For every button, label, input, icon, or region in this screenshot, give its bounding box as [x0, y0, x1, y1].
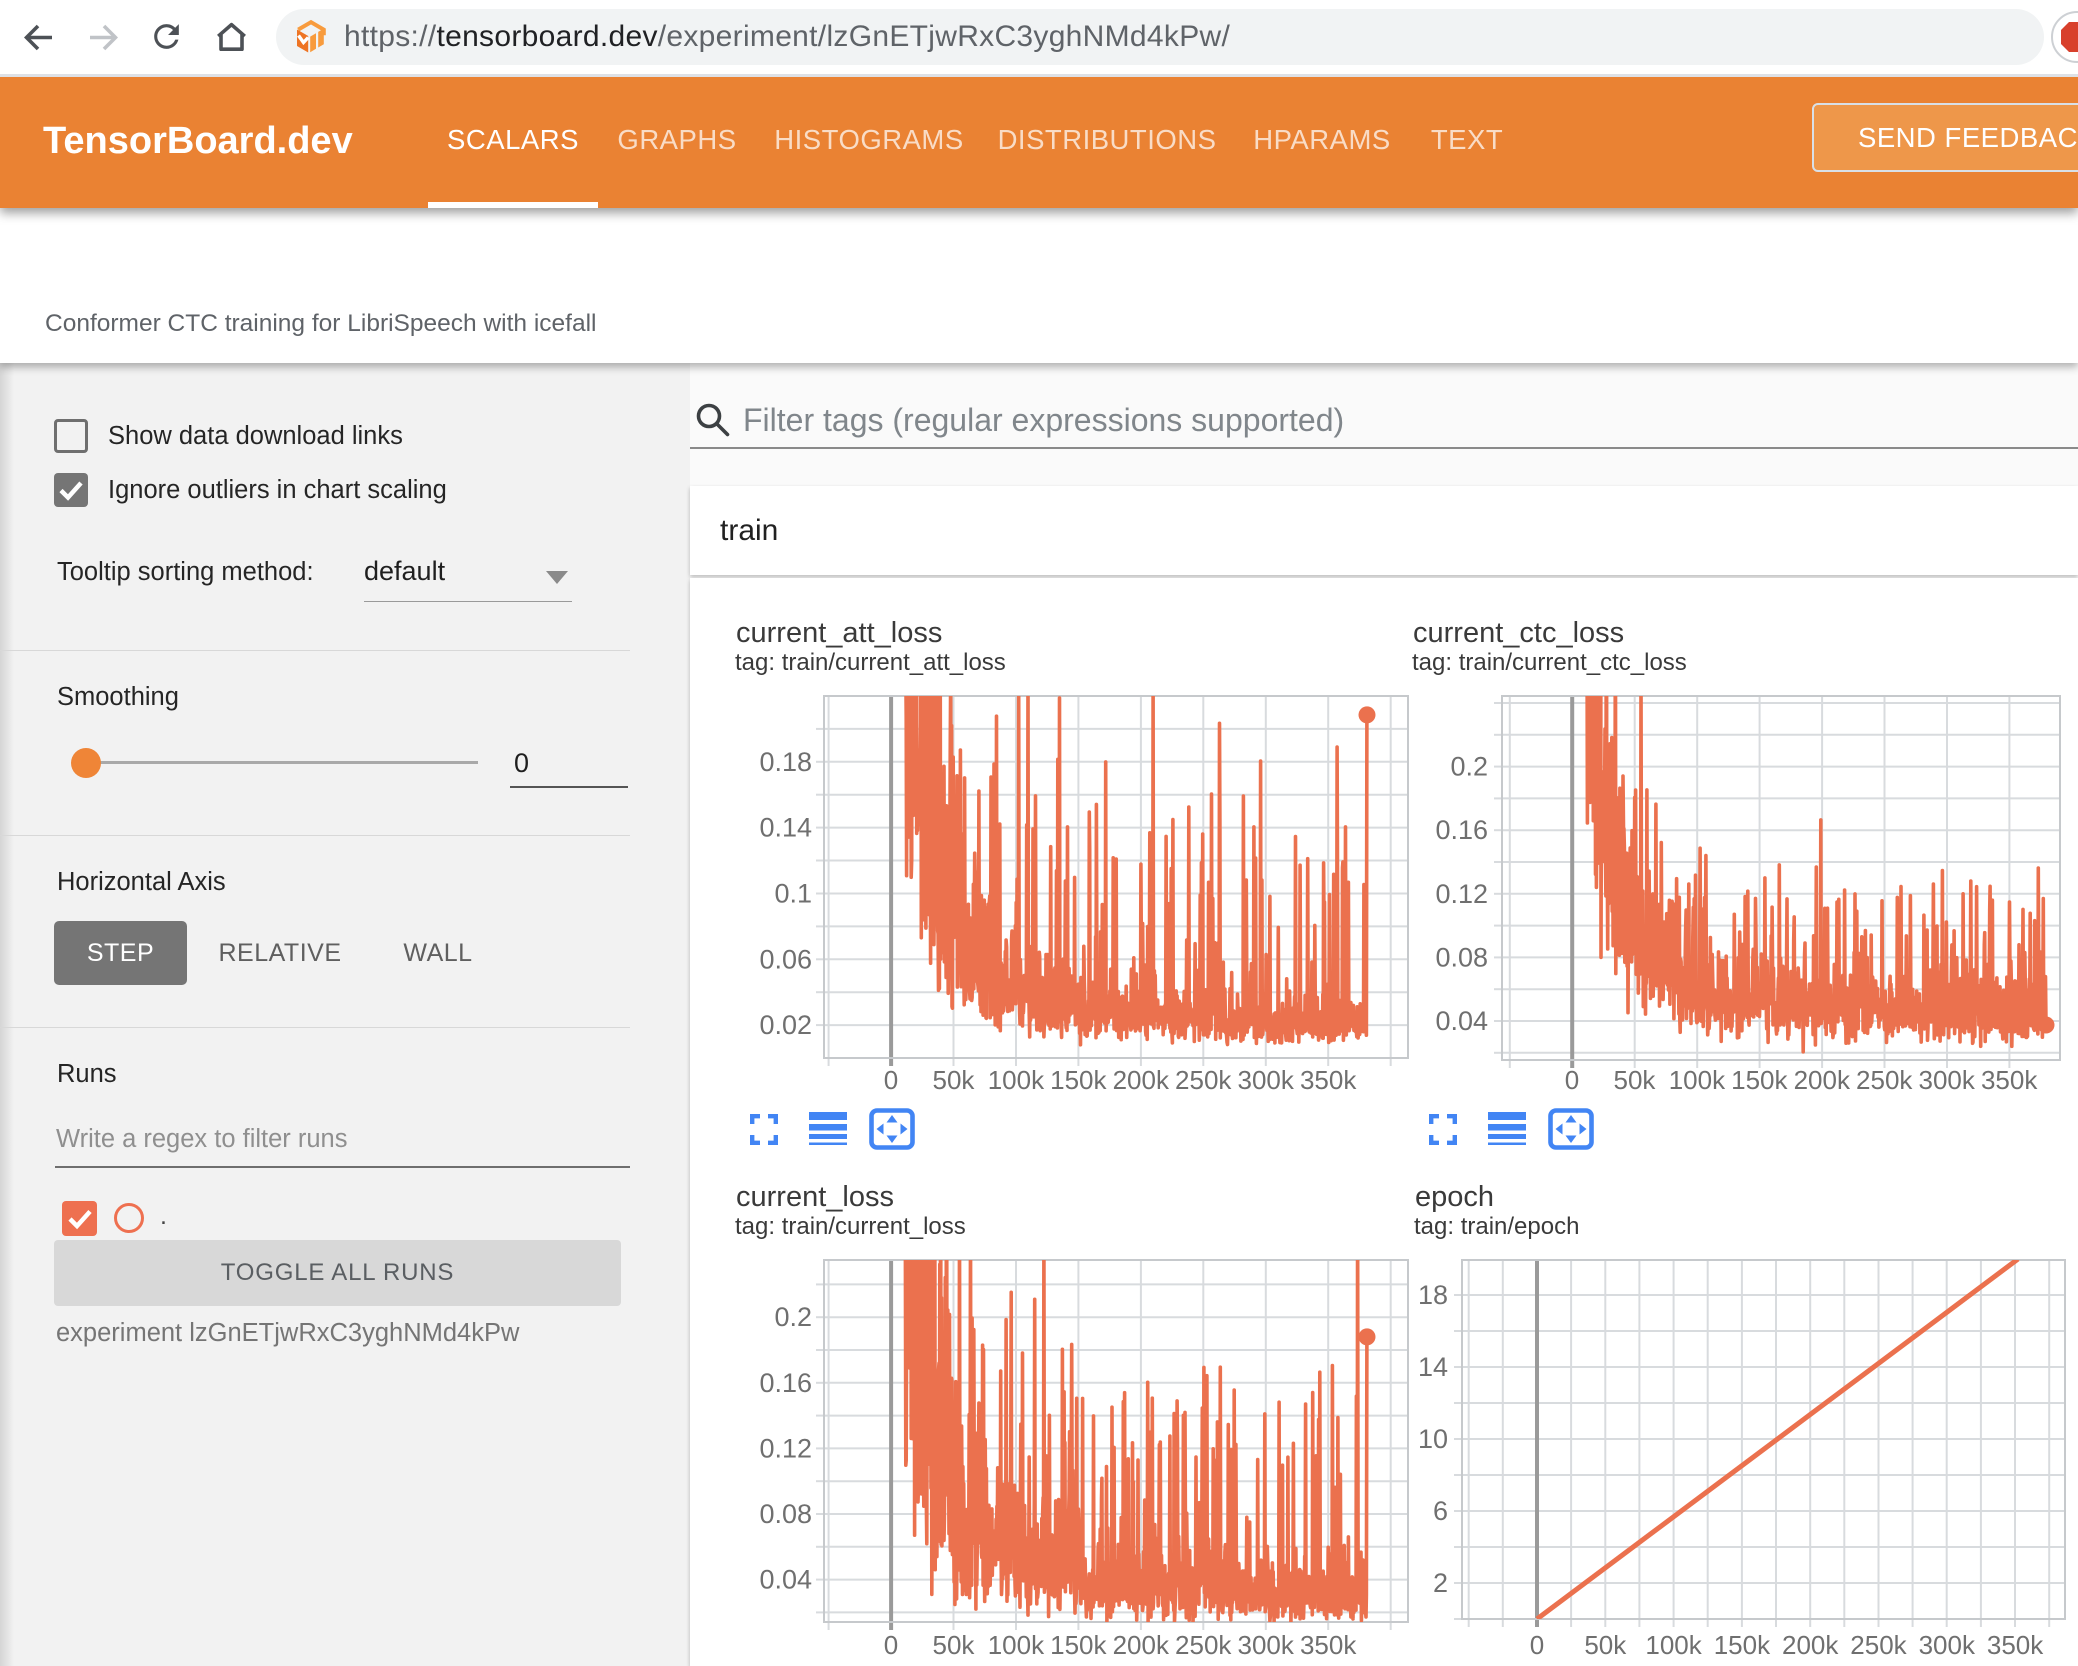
svg-text:100k: 100k [1669, 1065, 1726, 1095]
svg-text:350k: 350k [1300, 1630, 1357, 1660]
svg-text:150k: 150k [1050, 1630, 1107, 1660]
svg-text:150k: 150k [1714, 1630, 1771, 1660]
svg-text:300k: 300k [1238, 1630, 1295, 1660]
svg-text:350k: 350k [1300, 1065, 1357, 1095]
svg-text:300k: 300k [1238, 1065, 1295, 1095]
svg-text:0.04: 0.04 [1435, 1006, 1488, 1036]
svg-text:250k: 250k [1856, 1065, 1913, 1095]
svg-text:0.2: 0.2 [774, 1302, 812, 1332]
svg-text:2: 2 [1433, 1568, 1448, 1598]
svg-text:0.2: 0.2 [1450, 752, 1488, 782]
svg-text:200k: 200k [1113, 1630, 1170, 1660]
svg-text:0.04: 0.04 [759, 1565, 812, 1595]
svg-text:250k: 250k [1175, 1065, 1232, 1095]
svg-text:0: 0 [1530, 1630, 1544, 1660]
svg-text:250k: 250k [1175, 1630, 1232, 1660]
svg-text:300k: 300k [1919, 1630, 1976, 1660]
svg-text:18: 18 [1418, 1280, 1448, 1310]
svg-text:0.18: 0.18 [759, 747, 812, 777]
svg-text:250k: 250k [1850, 1630, 1907, 1660]
svg-text:0.06: 0.06 [759, 944, 812, 974]
svg-text:10: 10 [1418, 1424, 1448, 1454]
svg-text:100k: 100k [1645, 1630, 1702, 1660]
svg-text:100k: 100k [988, 1630, 1045, 1660]
svg-text:14: 14 [1418, 1352, 1448, 1382]
svg-text:300k: 300k [1919, 1065, 1976, 1095]
svg-text:150k: 150k [1050, 1065, 1107, 1095]
svg-text:6: 6 [1433, 1496, 1448, 1526]
svg-text:0.14: 0.14 [759, 813, 812, 843]
svg-text:50k: 50k [1613, 1065, 1656, 1095]
svg-text:50k: 50k [932, 1065, 975, 1095]
svg-text:0.16: 0.16 [759, 1368, 812, 1398]
svg-text:0: 0 [1565, 1065, 1579, 1095]
svg-text:150k: 150k [1731, 1065, 1788, 1095]
svg-text:50k: 50k [932, 1630, 975, 1660]
svg-text:350k: 350k [1981, 1065, 2038, 1095]
svg-text:0: 0 [884, 1630, 898, 1660]
svg-text:0: 0 [884, 1065, 898, 1095]
svg-text:0.16: 0.16 [1435, 815, 1488, 845]
svg-text:0.08: 0.08 [759, 1499, 812, 1529]
svg-text:200k: 200k [1113, 1065, 1170, 1095]
svg-text:50k: 50k [1584, 1630, 1627, 1660]
svg-text:0.12: 0.12 [759, 1433, 812, 1463]
svg-text:350k: 350k [1987, 1630, 2044, 1660]
svg-text:0.08: 0.08 [1435, 942, 1488, 972]
svg-text:0.02: 0.02 [759, 1010, 812, 1040]
svg-text:0.1: 0.1 [774, 878, 812, 908]
svg-text:200k: 200k [1782, 1630, 1839, 1660]
svg-text:0.12: 0.12 [1435, 879, 1488, 909]
svg-text:100k: 100k [988, 1065, 1045, 1095]
svg-text:200k: 200k [1794, 1065, 1851, 1095]
